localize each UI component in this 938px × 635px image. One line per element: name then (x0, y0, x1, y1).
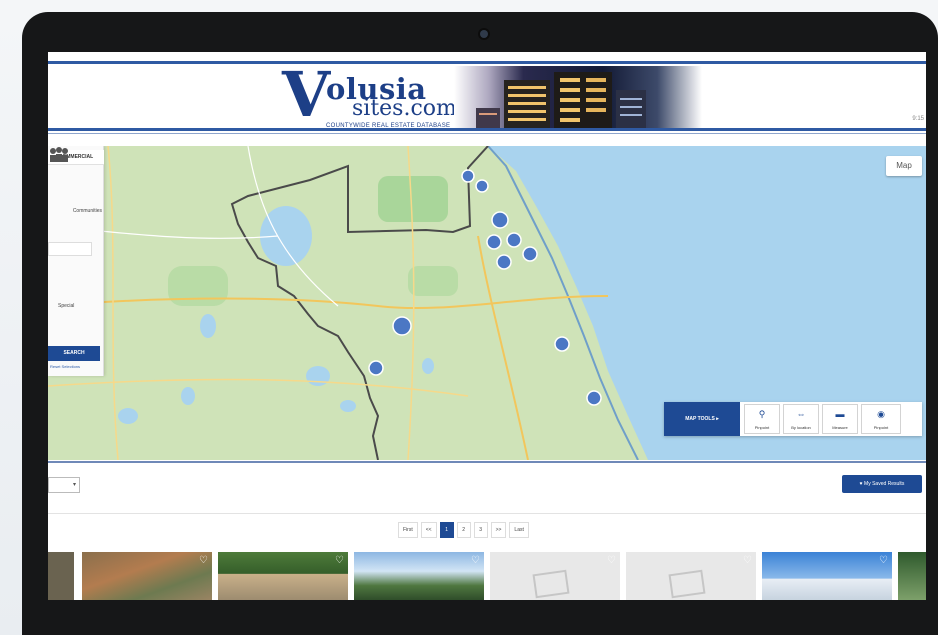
city-skyline-image (454, 66, 702, 130)
tool-measure-button[interactable]: ▬ Measure (822, 404, 858, 434)
listing-thumb[interactable] (48, 552, 74, 600)
header-top-rule (48, 61, 926, 64)
filter-input[interactable] (48, 242, 92, 256)
image-placeholder-icon (668, 569, 706, 599)
heart-icon[interactable]: ♡ (471, 555, 480, 566)
listing-thumb[interactable]: ♡ (354, 552, 484, 600)
header-right-text: 9:15 (912, 116, 924, 122)
logo-subword: sites.com (352, 96, 457, 121)
header-bottom-rule-thin (48, 133, 926, 134)
pin-icon: ⚲ (758, 409, 766, 419)
communities-icon (50, 147, 68, 162)
listing-thumb-placeholder[interactable]: ♡ (626, 552, 756, 600)
special-label: Special (58, 303, 75, 309)
communities-label[interactable]: Communities (48, 208, 104, 214)
heart-icon[interactable]: ♡ (199, 555, 208, 566)
tool-label: Pinpoint (754, 425, 770, 430)
heart-icon[interactable]: ♡ (879, 555, 888, 566)
page-last[interactable]: Last (509, 522, 529, 538)
tool-target-button[interactable]: ◉ Pinpoint (861, 404, 901, 434)
my-saved-results-button[interactable]: ♥ My Saved Results (842, 475, 922, 493)
listing-thumb[interactable]: ♡ (82, 552, 212, 600)
listing-thumb-placeholder[interactable]: ♡ (490, 552, 620, 600)
map-tools-bar: MAP TOOLS ▸ ⚲ Pinpoint ⇔ By location ▬ M… (664, 402, 922, 436)
ruler-icon: ▬ (835, 409, 845, 419)
reset-selections-link[interactable]: Reset Selections (50, 364, 80, 369)
results-toolbar: ▾ ♥ My Saved Results (48, 463, 926, 515)
page-3[interactable]: 3 (473, 522, 488, 538)
page-first[interactable]: First (398, 522, 418, 538)
toolbar-divider (48, 513, 926, 514)
page-1[interactable]: 1 (439, 522, 454, 538)
listing-thumb[interactable] (898, 552, 926, 600)
device-mockup: V olusia sites.com COUNTYWIDE REAL ESTAT… (0, 0, 938, 635)
page-2[interactable]: 2 (456, 522, 471, 538)
tool-pinpoint-button[interactable]: ⚲ Pinpoint (744, 404, 780, 434)
camera-dot (480, 30, 488, 38)
heart-icon[interactable]: ♡ (607, 555, 616, 566)
site-logo[interactable]: V olusia sites.com COUNTYWIDE REAL ESTAT… (282, 60, 702, 130)
google-map[interactable]: COMMERCIAL Communities Special SEARCH Re… (48, 146, 926, 460)
search-button[interactable]: SEARCH (48, 346, 100, 361)
map-tools-label: MAP TOOLS ▸ (664, 402, 740, 436)
tool-label: By location (791, 425, 811, 430)
page-prev[interactable]: << (420, 522, 437, 538)
sort-select[interactable]: ▾ (48, 477, 80, 493)
listing-thumb[interactable]: ♡ (218, 552, 348, 600)
listing-thumbnails: ♡ ♡ ♡ ♡ ♡ ♡ (48, 552, 926, 600)
tool-label: Pinpoint (873, 425, 889, 430)
heart-icon[interactable]: ♡ (335, 555, 344, 566)
listing-thumb[interactable]: ♡ (762, 552, 892, 600)
pagination: First << 1 2 3 >> Last (398, 522, 529, 540)
logo-initial: V (282, 58, 331, 131)
page-next[interactable]: >> (490, 522, 507, 538)
heart-icon[interactable]: ♡ (743, 555, 752, 566)
site-header: V olusia sites.com COUNTYWIDE REAL ESTAT… (48, 52, 926, 144)
header-bottom-rule (48, 128, 926, 131)
map-type-button[interactable]: Map (886, 156, 922, 176)
map-filter-panel: COMMERCIAL Communities Special SEARCH Re… (48, 146, 104, 376)
tool-location-button[interactable]: ⇔ By location (783, 404, 819, 434)
location-icon: ⇔ (796, 409, 806, 419)
image-placeholder-icon (532, 569, 570, 599)
target-icon: ◉ (877, 409, 885, 419)
tool-label: Measure (832, 425, 848, 430)
browser-screen: V olusia sites.com COUNTYWIDE REAL ESTAT… (48, 52, 926, 600)
